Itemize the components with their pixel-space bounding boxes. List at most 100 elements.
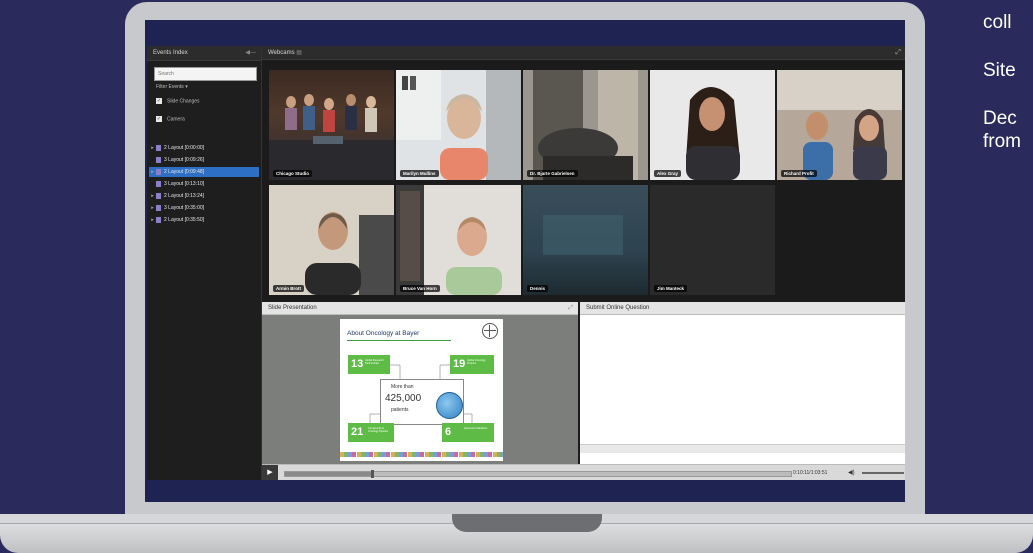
webinar-app: Events Index ◀— Filter Events ▾ ✓ Slide C… — [147, 46, 905, 480]
center-line-1: More than — [391, 384, 414, 390]
search-input[interactable] — [154, 67, 257, 81]
webcams-header: Webcams ▦ ⤢ — [262, 46, 905, 60]
expand-arrow-icon[interactable]: ▸ — [149, 167, 156, 177]
layout-event-item[interactable]: ▸ 2 Layout [0:09:48] — [149, 167, 259, 177]
slide: About Oncology at Bayer 13 Global Resear… — [340, 319, 503, 461]
side-text-line-1: coll — [983, 12, 1012, 33]
participant-video-frame — [686, 87, 740, 180]
expand-arrow-icon[interactable]: ▸ — [149, 215, 156, 225]
webcam-tile[interactable]: Alex Gray — [650, 70, 775, 180]
layout-icon — [156, 144, 161, 151]
collapse-icon[interactable]: ◀— — [245, 46, 256, 60]
seek-progress — [285, 472, 372, 476]
center-number: 425,000 — [385, 393, 422, 404]
participant-name: Alex Gray — [654, 170, 682, 177]
webcams-title: Webcams — [268, 50, 295, 56]
layout-event-item[interactable]: ▸ 2 Layout [0:00:00] — [149, 143, 259, 153]
webcam-tile[interactable]: Armin Brott — [269, 185, 394, 295]
participant-name: Marilyn Mullins — [400, 170, 439, 177]
play-icon: ▶ — [267, 469, 273, 476]
participant-name: Bruce Van Horn — [400, 285, 440, 292]
slide-changes-checkbox[interactable]: ✓ Slide Changes — [156, 98, 200, 104]
participant-name: Chicago Studio — [273, 170, 312, 177]
playback-bar: ▶ 0:10:11/1:03:51 ◀) — [262, 464, 905, 480]
question-textarea[interactable] — [580, 315, 905, 464]
participant-video-frame — [543, 215, 623, 255]
checkmark-icon: ✓ — [156, 116, 162, 122]
webcam-tile[interactable]: Bruce Van Horn — [396, 185, 521, 295]
stat-number: 13 — [351, 358, 364, 370]
events-index-header: Events Index ◀— — [147, 46, 261, 61]
expand-arrow-icon[interactable]: ▸ — [149, 143, 156, 153]
events-index-title: Events Index — [153, 50, 188, 56]
slide-footer-stripe — [340, 452, 503, 457]
filter-events-label: Filter Events — [156, 84, 184, 90]
layout-event-item[interactable]: ▸ 2 Layout [0:35:50] — [149, 215, 259, 225]
participant-video-frame — [777, 70, 902, 180]
expand-arrow-icon[interactable]: ▸ — [149, 203, 156, 213]
time-display: 0:10:11/1:03:51 — [793, 470, 828, 476]
participant-video-frame — [305, 212, 394, 295]
expand-icon[interactable]: ⤢ — [568, 302, 573, 315]
layout-icon — [156, 216, 161, 223]
stat-box: 19 Global Oncology Projects — [450, 355, 494, 374]
camera-label: Camera — [167, 116, 185, 123]
side-text-line-2: Site — [983, 60, 1016, 81]
webcam-tile[interactable]: Jim Manteck — [650, 185, 775, 295]
studio-video-frame — [269, 94, 394, 180]
expand-icon[interactable]: ⤢ — [895, 46, 901, 60]
volume-icon[interactable]: ◀) — [848, 465, 855, 480]
layout-icon — [156, 192, 161, 199]
volume-slider[interactable] — [862, 472, 904, 474]
events-index-panel: Events Index ◀— Filter Events ▾ ✓ Slide C… — [147, 46, 262, 480]
slide-presentation-header: Slide Presentation ⤢ — [262, 302, 578, 315]
stat-box: 6 Approved Indications — [442, 423, 494, 442]
layout-event-label: 3 Layout [0:13:10] — [164, 181, 205, 187]
layout-event-label: 2 Layout [0:00:00] — [164, 145, 205, 151]
layout-event-item[interactable]: 3 Layout [0:09:26] — [149, 155, 259, 165]
participant-name: Jim Manteck — [654, 285, 688, 292]
layout-event-label: 2 Layout [0:13:24] — [164, 193, 205, 199]
layout-icon — [156, 156, 161, 163]
center-line-3: patients — [391, 407, 409, 413]
webcam-tile[interactable]: Richard Profit — [777, 70, 902, 180]
play-button[interactable]: ▶ — [262, 465, 278, 480]
camera-checkbox[interactable]: ✓ Camera — [156, 116, 185, 122]
slide-title: About Oncology at Bayer — [347, 330, 420, 337]
globe-icon — [436, 392, 463, 419]
webcam-tile[interactable]: Marilyn Mullins — [396, 70, 521, 180]
layout-event-label: 2 Layout [0:35:50] — [164, 217, 205, 223]
side-text-line-4: from — [983, 131, 1021, 152]
side-text-line-3: Dec — [983, 108, 1017, 129]
layout-event-label: 3 Layout [0:35:00] — [164, 205, 205, 211]
seek-bar[interactable] — [284, 470, 792, 478]
layout-event-label: 2 Layout [0:09:48] — [164, 169, 205, 175]
participant-video-frame — [396, 185, 502, 295]
checkmark-icon: ✓ — [156, 98, 162, 104]
participant-video-frame — [523, 70, 648, 180]
stat-box: 13 Global Research Partnerships — [348, 355, 390, 374]
chevron-down-icon: ▾ — [185, 84, 188, 90]
layout-event-label: 3 Layout [0:09:26] — [164, 157, 205, 163]
seek-handle[interactable] — [371, 470, 375, 478]
layout-event-item[interactable]: ▸ 3 Layout [0:35:00] — [149, 203, 259, 213]
stat-number: 19 — [453, 358, 466, 370]
participant-name: Richard Profit — [781, 170, 817, 177]
webcam-tile[interactable]: Dr. Bjarte Gabrielsen — [523, 70, 648, 180]
layout-icon — [156, 168, 161, 175]
layout-event-item[interactable]: 3 Layout [0:13:10] — [149, 179, 259, 189]
question-panel-title: Submit Online Question — [586, 305, 650, 311]
participant-video-frame — [396, 70, 521, 180]
slide-changes-label: Slide Changes — [167, 98, 200, 105]
layout-event-item[interactable]: ▸ 2 Layout [0:13:24] — [149, 191, 259, 201]
expand-arrow-icon[interactable]: ▸ — [149, 191, 156, 201]
stat-box: 21 Compounds in Oncology Pipeline — [348, 423, 394, 442]
participant-name: Dr. Bjarte Gabrielsen — [527, 170, 578, 177]
participant-name: Dennis — [527, 285, 549, 292]
stat-caption: Compounds in Oncology Pipeline — [368, 427, 389, 433]
webcam-tile[interactable]: Chicago Studio — [269, 70, 394, 180]
webcam-tile[interactable]: Dennis — [523, 185, 648, 295]
stat-caption: Global Oncology Projects — [467, 359, 486, 365]
layout-icon — [156, 180, 161, 187]
filter-events-dropdown[interactable]: Filter Events ▾ — [156, 84, 188, 90]
